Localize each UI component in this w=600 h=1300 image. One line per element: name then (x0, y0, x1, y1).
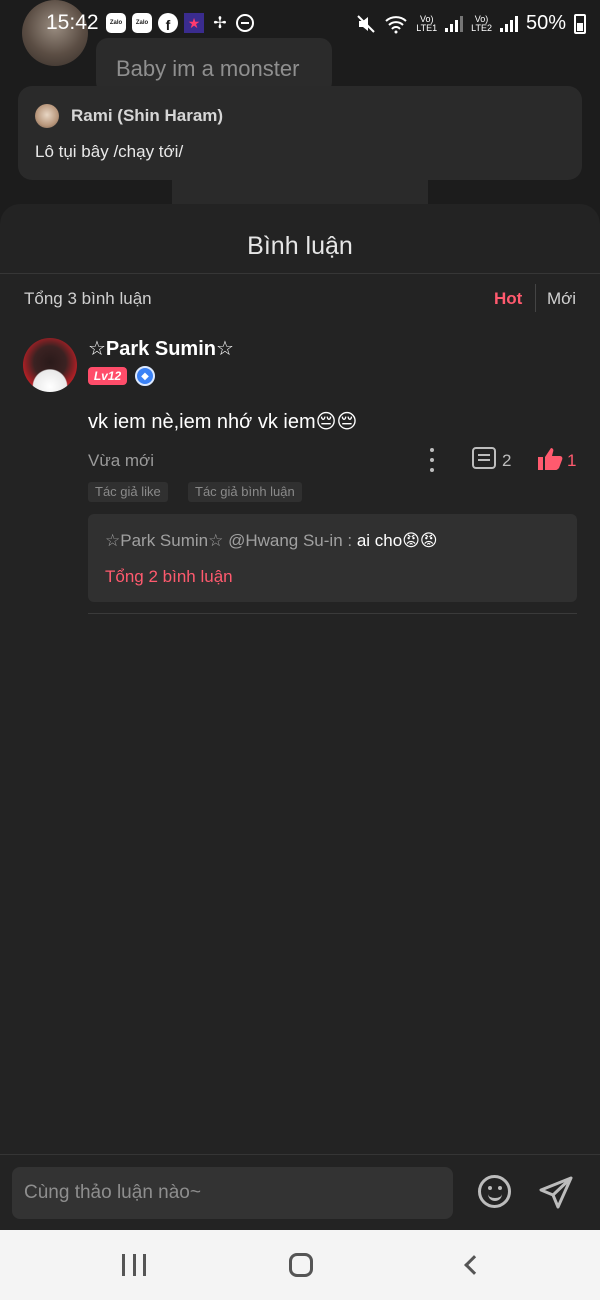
reply-count[interactable]: 2 (502, 451, 511, 471)
notification-icons: Zalo Zalo f ★ ✢ (106, 13, 254, 33)
avatar[interactable] (23, 338, 77, 392)
like-count[interactable]: 1 (567, 451, 576, 471)
author-liked-tag: Tác giả like (88, 482, 168, 502)
system-navigation-bar (0, 1230, 600, 1300)
mute-icon (357, 14, 375, 33)
thumbs-up-icon[interactable] (537, 447, 563, 471)
reply-author: ☆Park Sumin☆ @Hwang Su-in : (105, 531, 353, 550)
shared-author-name: Rami (Shin Haram) (71, 106, 224, 125)
reply-line: ☆Park Sumin☆ @Hwang Su-in : ai cho😡😡 (105, 531, 438, 551)
do-not-disturb-icon (236, 14, 254, 32)
divider (88, 613, 577, 614)
battery-percent: 50% (525, 12, 566, 34)
sort-divider (535, 284, 536, 312)
battery-icon (574, 13, 586, 34)
shared-author-avatar (35, 104, 59, 128)
sheet-title: Bình luận (247, 232, 353, 260)
recent-apps-icon[interactable] (122, 1254, 146, 1276)
comment-time: Vừa mới (88, 451, 154, 470)
signal-1-icon (445, 15, 464, 32)
reply-icon[interactable] (472, 447, 496, 469)
send-icon[interactable] (538, 1175, 574, 1211)
status-bar: 15:42 Zalo Zalo f ★ ✢ Vo) LTE1 Vo) LTE2 50… (0, 0, 600, 48)
reply-preview[interactable]: ☆Park Sumin☆ @Hwang Su-in : ai cho😡😡 Tổn… (88, 514, 577, 602)
reply-text: ai cho😡😡 (352, 531, 438, 550)
sim1-label: Vo) LTE1 (416, 13, 438, 33)
zalo-icon: Zalo (106, 13, 126, 33)
back-icon[interactable] (464, 1255, 484, 1275)
comment-author[interactable]: ☆Park Sumin☆ (88, 336, 234, 361)
level-badge: Lv12 (88, 367, 127, 385)
comment-input-bar: Cùng thảo luận nào~ (0, 1154, 600, 1230)
wifi-icon (385, 15, 407, 33)
divider (0, 273, 600, 274)
shared-post-card: Rami (Shin Haram) Lô tụi bây /chạy tới/ (18, 86, 582, 180)
sort-hot-tab[interactable]: Hot (494, 289, 522, 309)
signal-2-icon (499, 15, 518, 32)
comment-input[interactable]: Cùng thảo luận nào~ (12, 1167, 453, 1219)
home-icon[interactable] (289, 1253, 313, 1277)
total-comments: Tổng 3 bình luận (24, 289, 152, 308)
status-time: 15:42 (46, 11, 99, 34)
sort-new-tab[interactable]: Mới (547, 289, 576, 309)
verified-badge-icon: ◆ (135, 366, 155, 386)
star-app-icon: ★ (184, 13, 204, 33)
zalo-icon: Zalo (132, 13, 152, 33)
comment-text: vk iem nè,iem nhớ vk iem😔😔 (88, 411, 358, 433)
emoji-icon[interactable] (478, 1175, 511, 1208)
author-commented-tag: Tác giả bình luận (188, 482, 302, 502)
facebook-icon: f (158, 13, 178, 33)
pinwheel-icon: ✢ (213, 15, 227, 32)
comments-sheet: Bình luận Tổng 3 bình luận Hot Mới ☆Park… (0, 204, 600, 1154)
system-icons: Vo) LTE1 Vo) LTE2 50% (356, 12, 586, 35)
sim2-label: Vo) LTE2 (471, 13, 492, 33)
view-all-replies-link[interactable]: Tổng 2 bình luận (105, 567, 233, 587)
more-options-icon[interactable] (424, 448, 440, 472)
shared-post-text: Lô tụi bây /chạy tới/ (35, 142, 184, 161)
